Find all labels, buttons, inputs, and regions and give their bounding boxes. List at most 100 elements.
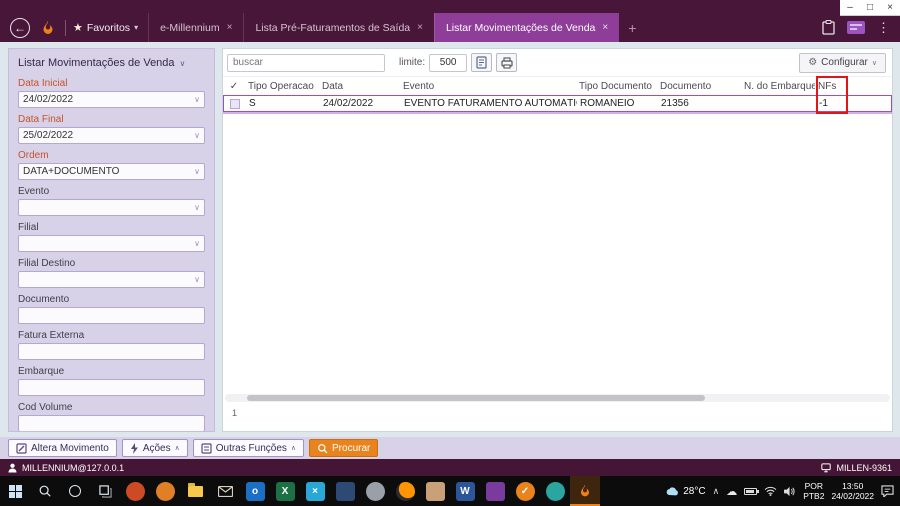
column-header-n-do-embarque[interactable]: N. do Embarque: [741, 81, 815, 92]
volume-icon[interactable]: [784, 486, 796, 497]
taskbar-app-word[interactable]: W: [450, 476, 480, 506]
limit-input[interactable]: [429, 53, 468, 72]
chevron-down-icon: ∨: [194, 203, 200, 212]
column-header-tipo-operacao[interactable]: Tipo Operacao: [245, 81, 319, 92]
clipboard-icon[interactable]: [822, 20, 835, 35]
task-view-button[interactable]: [90, 476, 120, 506]
column-header-evento[interactable]: Evento: [400, 81, 576, 92]
onedrive-icon[interactable]: ☁: [726, 485, 737, 498]
maximize-button[interactable]: □: [860, 0, 880, 15]
taskbar-app-dark-blue[interactable]: [330, 476, 360, 506]
column-header-documento[interactable]: Documento: [657, 81, 741, 92]
star-icon: ★: [73, 22, 83, 34]
filial-select[interactable]: ∨: [18, 235, 205, 252]
configure-button[interactable]: ⚙ Configurar ∨: [799, 52, 886, 73]
kebab-menu-icon[interactable]: ⋮: [877, 20, 890, 36]
tab-label: Listar Movimentações de Venda: [445, 21, 596, 34]
cell-tipo-documento: ROMANEIO: [580, 98, 635, 109]
time-label: 13:50: [842, 480, 864, 491]
acoes-button[interactable]: Ações ∧: [121, 439, 188, 457]
chevron-down-icon: ∨: [194, 95, 200, 104]
taskbar-app-teal[interactable]: [540, 476, 570, 506]
field-label: Data Final: [18, 114, 64, 125]
close-icon[interactable]: ×: [227, 22, 233, 33]
notification-center-icon[interactable]: [881, 485, 894, 497]
close-button[interactable]: ×: [880, 0, 900, 15]
app-header: ← ★ Favoritos ▾ e-Millennium × Lista Pré…: [0, 0, 900, 42]
clock[interactable]: 13:50 24/02/2022: [831, 481, 874, 501]
panels-icon[interactable]: [847, 21, 865, 34]
taskbar-app-browser-orange[interactable]: [150, 476, 180, 506]
embarque-input[interactable]: [18, 379, 205, 396]
taskbar-app-millennium[interactable]: [570, 476, 600, 506]
weather-widget[interactable]: 28°C: [665, 486, 706, 497]
export-button[interactable]: [471, 53, 493, 72]
taskbar-app-browser-red[interactable]: [120, 476, 150, 506]
chevron-down-icon: ∨: [194, 275, 200, 284]
field-label: Cod Volume: [18, 402, 73, 413]
button-label: Altera Movimento: [31, 442, 109, 454]
fatura-externa-input[interactable]: [18, 343, 205, 360]
table-row[interactable]: S 24/02/2022 EVENTO FATURAMENTO AUTOMÁTI…: [223, 95, 892, 112]
battery-icon[interactable]: [744, 487, 760, 495]
field-label: Data Inicial: [18, 78, 68, 89]
window-controls: – □ ×: [840, 0, 900, 16]
tab-lista-pre-faturamentos[interactable]: Lista Pré-Faturamentos de Saída ×: [243, 13, 434, 42]
search-input[interactable]: [227, 53, 385, 72]
select-all-check[interactable]: ✓: [223, 81, 245, 92]
column-header-tipo-documento[interactable]: Tipo Documento: [576, 81, 657, 92]
favorites-menu[interactable]: ★ Favoritos ▾: [73, 21, 148, 35]
field-label: Fatura Externa: [18, 330, 85, 341]
taskbar-app-mail[interactable]: [210, 476, 240, 506]
language-line1: POR: [804, 480, 824, 491]
column-header-data[interactable]: Data: [319, 81, 400, 92]
ordem-select[interactable]: DATA+DOCUMENTO ∨: [18, 163, 205, 180]
tab-e-millennium[interactable]: e-Millennium ×: [148, 13, 243, 42]
column-header-nfs[interactable]: NFs: [815, 81, 849, 92]
cod-volume-input[interactable]: [18, 415, 205, 431]
configure-label: Configurar: [821, 57, 868, 68]
language-indicator[interactable]: POR PTB2: [803, 481, 824, 501]
taskbar-app-excel[interactable]: X: [270, 476, 300, 506]
documento-input[interactable]: [18, 307, 205, 324]
filial-destino-select[interactable]: ∨: [18, 271, 205, 288]
row-checkbox[interactable]: [224, 98, 246, 109]
field-value: DATA+DOCUMENTO: [23, 166, 120, 177]
altera-movimento-button[interactable]: Altera Movimento: [8, 439, 117, 457]
windows-logo-icon: [8, 484, 22, 498]
horizontal-scrollbar[interactable]: [225, 394, 890, 402]
back-button[interactable]: ←: [10, 17, 30, 38]
taskbar-app-file-explorer[interactable]: [180, 476, 210, 506]
close-icon[interactable]: ×: [602, 22, 608, 33]
date-label: 24/02/2022: [831, 491, 874, 501]
procurar-button[interactable]: Procurar: [309, 439, 379, 457]
taskbar-app-purple[interactable]: [480, 476, 510, 506]
field-label: Documento: [18, 294, 70, 305]
field-data-final: Data Final 25/02/2022 ∨: [18, 114, 205, 144]
wifi-icon[interactable]: [764, 486, 777, 496]
taskbar-app-firefox[interactable]: [390, 476, 420, 506]
start-button[interactable]: [0, 476, 30, 506]
hidden-icons-chevron[interactable]: ∧: [713, 486, 720, 497]
scrollbar-thumb[interactable]: [247, 395, 705, 401]
evento-select[interactable]: ∨: [18, 199, 205, 216]
taskbar-app-gray[interactable]: [360, 476, 390, 506]
minimize-button[interactable]: –: [840, 0, 860, 15]
sidebar-title-label: Listar Movimentações de Venda: [18, 57, 175, 69]
functions-icon: [201, 442, 212, 454]
data-final-select[interactable]: 25/02/2022 ∨: [18, 127, 205, 144]
header-divider: [65, 19, 66, 36]
tab-listar-movimentacoes-venda[interactable]: Listar Movimentações de Venda ×: [433, 13, 620, 42]
print-button[interactable]: [496, 53, 518, 72]
taskbar-app-orange-check[interactable]: ✓: [510, 476, 540, 506]
close-icon[interactable]: ×: [417, 22, 423, 33]
data-inicial-select[interactable]: 24/02/2022 ∨: [18, 91, 205, 108]
taskbar-search-button[interactable]: [30, 476, 60, 506]
taskbar-app-person[interactable]: [420, 476, 450, 506]
new-tab-button[interactable]: +: [619, 13, 645, 42]
cortana-button[interactable]: [60, 476, 90, 506]
taskbar-app-outlook[interactable]: o: [240, 476, 270, 506]
outras-funcoes-button[interactable]: Outras Funções ∧: [192, 439, 305, 457]
sidebar-title[interactable]: Listar Movimentações de Venda ∨: [18, 57, 205, 69]
taskbar-app-blue-x[interactable]: ×: [300, 476, 330, 506]
